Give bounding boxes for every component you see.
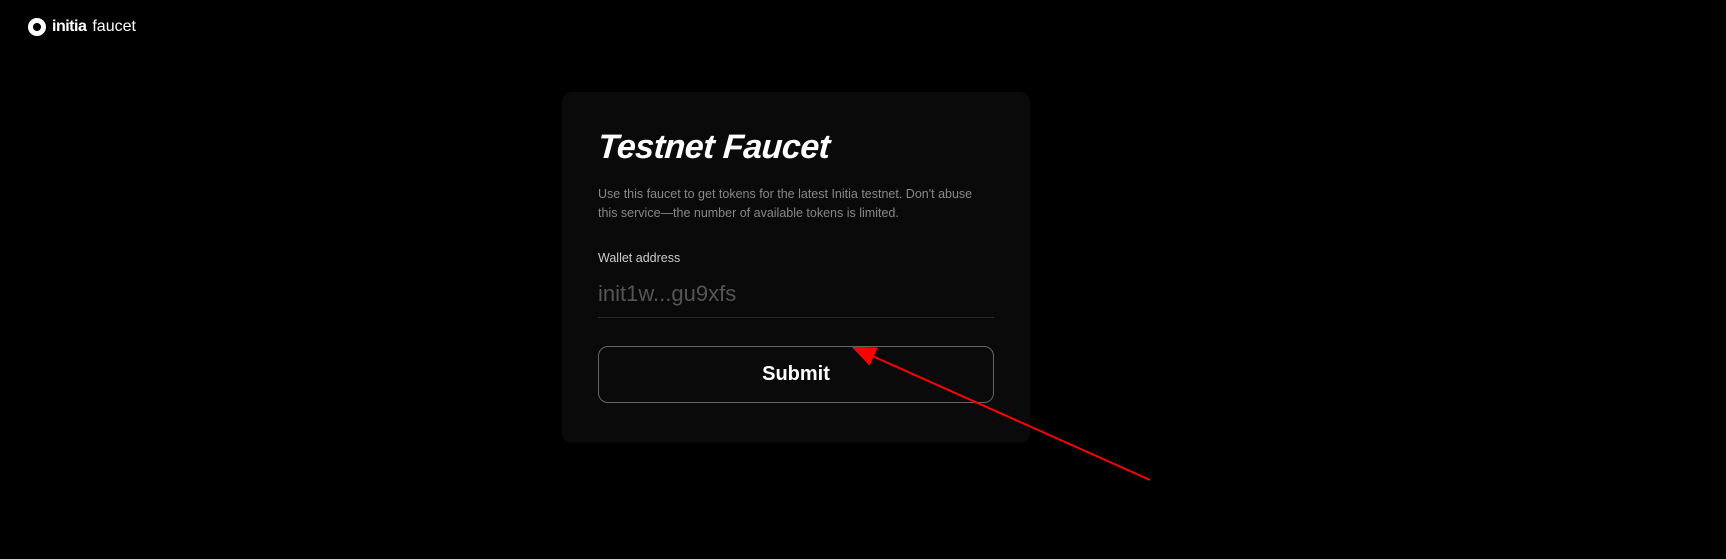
faucet-card: Testnet Faucet Use this faucet to get to… — [562, 92, 1030, 443]
initia-logo-icon — [28, 18, 46, 36]
header: initia faucet — [28, 18, 136, 36]
card-description: Use this faucet to get tokens for the la… — [598, 185, 994, 223]
submit-button[interactable]: Submit — [598, 346, 994, 403]
card-title: Testnet Faucet — [597, 128, 996, 167]
wallet-address-input[interactable] — [598, 275, 994, 318]
wallet-address-label: Wallet address — [598, 251, 994, 265]
brand-name: initia — [52, 18, 86, 36]
brand-suffix: faucet — [92, 18, 136, 36]
